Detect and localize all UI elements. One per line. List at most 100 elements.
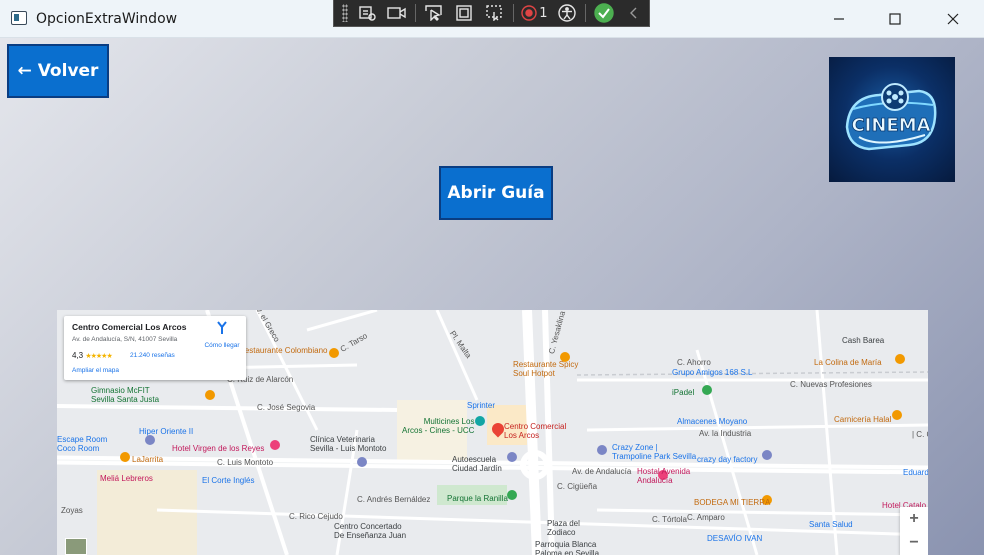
place-rating: 4,3 ★★★★★: [72, 351, 113, 360]
place-title: Centro Comercial Los Arcos: [72, 322, 187, 332]
poi-label[interactable]: Meliá Lebreros: [100, 474, 153, 483]
cinema-logo-graphic: CINEMA: [845, 83, 937, 151]
shopping-poi-icon[interactable]: [597, 445, 607, 455]
poi-label[interactable]: iPadel: [672, 388, 694, 397]
chevron-left-icon: [629, 7, 637, 19]
park-poi-icon[interactable]: [507, 490, 517, 500]
maximize-icon: [889, 13, 901, 25]
poi-label[interactable]: Parroquia Blanca Paloma en Sevilla: [535, 540, 599, 555]
poi-label[interactable]: DESAVÍO IVAN: [707, 534, 762, 543]
toolbar-grip[interactable]: [342, 4, 348, 22]
close-button[interactable]: [924, 0, 982, 38]
maximize-button[interactable]: [866, 0, 924, 38]
shopping-poi-icon[interactable]: [357, 457, 367, 467]
poi-label[interactable]: Gimnasio McFIT Sevilla Santa Justa: [91, 386, 159, 404]
street-label: C. Nuevas Profesiones: [790, 380, 872, 389]
select-element-button[interactable]: [422, 2, 446, 24]
rating-stars: ★★★★★: [85, 353, 112, 360]
poi-label[interactable]: Clínica Veterinaria Sevilla - Luis Monto…: [310, 435, 386, 453]
enlarge-map-link[interactable]: Ampliar el mapa: [72, 367, 119, 374]
abrir-guia-button[interactable]: Abrir Guía: [439, 166, 553, 220]
poi-label[interactable]: LaJarrita: [132, 455, 163, 464]
poi-label[interactable]: Eduard: [903, 468, 928, 477]
cinema-poi-icon[interactable]: [475, 416, 485, 426]
close-icon: [947, 13, 959, 25]
window-content: ← Volver Abrir Guía CINEMA Av. el Greco …: [0, 38, 984, 555]
live-visual-tree-button[interactable]: [355, 2, 379, 24]
street-label: C. Ahorro: [677, 358, 711, 367]
hot-reload-button[interactable]: [520, 2, 539, 24]
restaurant-poi-icon[interactable]: [892, 410, 902, 420]
poi-label[interactable]: Escape Room Coco Room: [57, 435, 107, 453]
svg-text:CINEMA: CINEMA: [851, 115, 930, 136]
record-button[interactable]: [385, 2, 409, 24]
check-circle-icon: [594, 3, 614, 23]
poi-label[interactable]: Hotel Virgen de los Reyes: [172, 444, 264, 453]
poi-label[interactable]: Centro Comercial Los Arcos: [504, 422, 566, 440]
shopping-poi-icon[interactable]: [145, 435, 155, 445]
poi-label[interactable]: La Colina de María: [814, 358, 882, 367]
poi-label[interactable]: Restaurante Colombiano: [239, 346, 328, 355]
zoom-out-button[interactable]: −: [900, 531, 928, 555]
poi-label[interactable]: Hostal Avenida Andalucía: [637, 467, 690, 485]
restaurant-poi-icon[interactable]: [205, 390, 215, 400]
poi-label[interactable]: Centro Concertado De Enseñanza Juan: [334, 522, 406, 540]
poi-label[interactable]: crazy day factory: [697, 455, 757, 464]
volver-button[interactable]: ← Volver: [7, 44, 109, 98]
display-adorners-button[interactable]: [452, 2, 476, 24]
poi-label[interactable]: Multicines Los Arcos - Cines - UCC: [402, 417, 474, 435]
street-label: C. Rico Cejudo: [289, 512, 343, 521]
street-label: C. Andrés Bernáldez: [357, 495, 431, 504]
cinema-logo: CINEMA: [829, 57, 955, 182]
toolbar-separator: [415, 4, 416, 22]
shopping-poi-icon[interactable]: [762, 450, 772, 460]
poi-label[interactable]: Carnicería Halal: [834, 415, 891, 424]
poi-label[interactable]: Restaurante Spicy Soul Hotpot: [513, 360, 578, 378]
street-label: | C. Corre: [912, 430, 928, 439]
restaurant-poi-icon[interactable]: [329, 348, 339, 358]
google-map[interactable]: Av. el Greco Restaurante Colombiano C. T…: [57, 310, 928, 555]
poi-label[interactable]: Grupo Amigos 168 S.L: [672, 368, 753, 377]
visual-tree-icon: [359, 6, 376, 21]
adorners-icon: [456, 5, 472, 21]
poi-label[interactable]: Hiper Oriente II: [139, 427, 193, 436]
school-poi-icon[interactable]: [507, 452, 517, 462]
poi-label[interactable]: Crazy Zone | Trampoline Park Sevilla: [612, 443, 696, 461]
hotel-poi-icon[interactable]: [270, 440, 280, 450]
hot-reload-icon: [521, 5, 537, 21]
street-label: Av. de Andalucía: [572, 467, 632, 476]
track-focus-icon: [485, 5, 502, 21]
place-address: Av. de Andalucía, S/N, 41007 Sevilla: [72, 336, 178, 343]
zoom-control: + −: [900, 507, 928, 555]
track-focus-button[interactable]: [482, 2, 506, 24]
poi-label[interactable]: Sprinter: [467, 401, 495, 410]
poi-label[interactable]: Plaza del Zodiaco: [547, 519, 580, 537]
directions-label: Cómo llegar: [204, 342, 240, 349]
poi-label[interactable]: Parque la Ranilla: [447, 494, 508, 503]
street-label: C. José Segovia: [257, 403, 316, 412]
poi-label[interactable]: Cash Barea: [842, 336, 884, 345]
poi-label[interactable]: Almacenes Moyano: [677, 417, 747, 426]
restaurant-poi-icon[interactable]: [120, 452, 130, 462]
minimize-button[interactable]: [810, 0, 868, 38]
poi-label[interactable]: BODEGA MI TIERRA: [694, 498, 770, 507]
accessibility-button[interactable]: [554, 2, 578, 24]
zoom-in-button[interactable]: +: [900, 507, 928, 531]
poi-label[interactable]: Santa Salud: [809, 520, 853, 529]
restaurant-poi-icon[interactable]: [895, 354, 905, 364]
collapse-toolbar-button[interactable]: [622, 2, 646, 24]
reviews-link[interactable]: 21.240 reseñas: [130, 352, 175, 359]
app-icon: [11, 11, 27, 25]
debug-toolbar: 1: [333, 0, 650, 27]
street-label: Av. la Industria: [699, 429, 752, 438]
window-title: OpcionExtraWindow: [36, 11, 178, 27]
sports-poi-icon[interactable]: [702, 385, 712, 395]
satellite-toggle-thumbnail[interactable]: [65, 538, 87, 555]
poi-label[interactable]: Autoescuela Ciudad Jardín: [452, 455, 502, 473]
directions-button[interactable]: Cómo llegar: [202, 321, 242, 349]
minimize-icon: [834, 18, 844, 20]
toolbar-separator: [584, 4, 586, 22]
poi-label[interactable]: El Corte Inglés: [202, 476, 254, 485]
street-label: C. Luis Montoto: [217, 458, 274, 467]
status-ok-button[interactable]: [592, 2, 616, 24]
